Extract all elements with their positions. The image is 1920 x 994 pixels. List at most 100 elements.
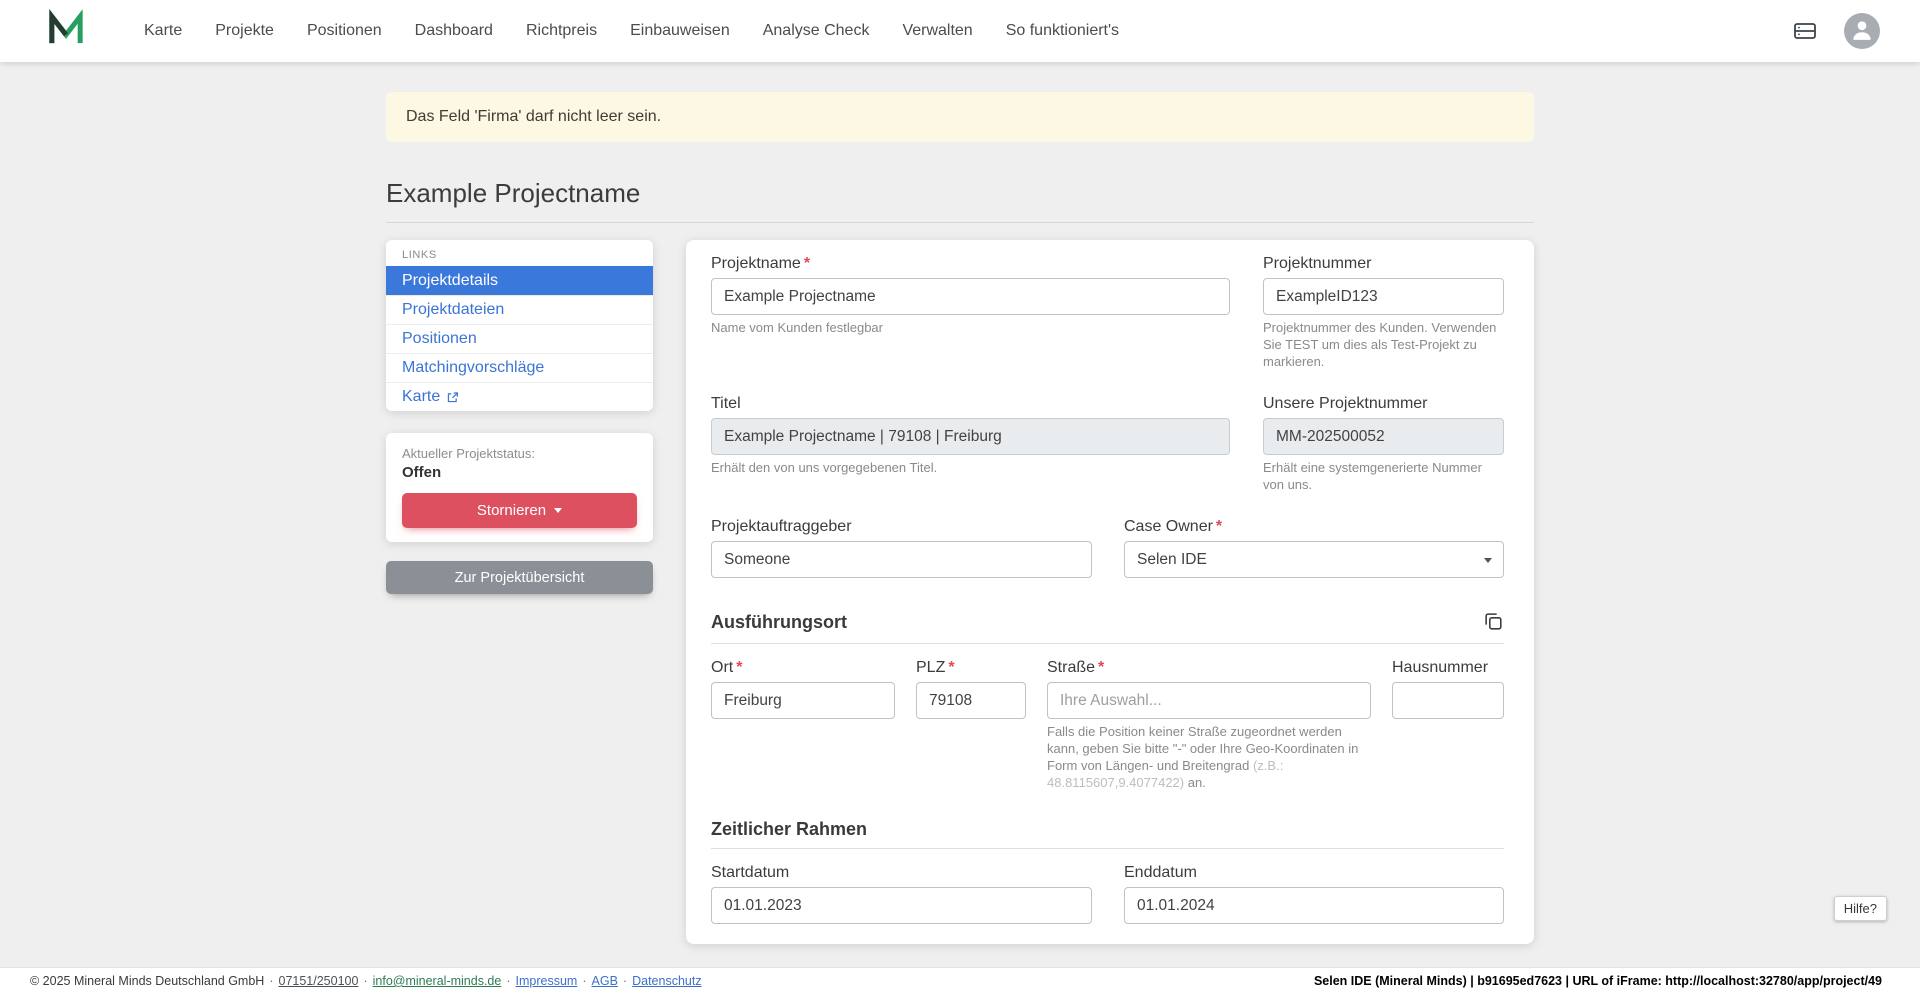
ort-input[interactable] <box>711 682 895 719</box>
strasse-input[interactable] <box>1047 682 1371 719</box>
titel-label: Titel <box>711 394 1230 414</box>
brand-logo[interactable] <box>46 9 86 54</box>
field-strasse: Straße* Falls die Position keiner Straße… <box>1047 658 1371 791</box>
footer-phone-link[interactable]: 07151/250100 <box>279 974 359 988</box>
project-details-form: Projektname* Name vom Kunden festlegbar … <box>686 240 1534 944</box>
nav-item-positionen[interactable]: Positionen <box>307 22 382 40</box>
separator-dot: · <box>506 974 510 988</box>
required-asterisk: * <box>1216 518 1222 535</box>
nav-item-dashboard[interactable]: Dashboard <box>415 22 493 40</box>
strasse-helper-end: an. <box>1184 775 1206 790</box>
footer-email-link[interactable]: info@mineral-minds.de <box>373 974 502 988</box>
section-divider <box>711 848 1504 849</box>
hausnummer-input[interactable] <box>1392 682 1504 719</box>
unsere-projektnummer-helper: Erhält eine systemgenerierte Nummer von … <box>1263 459 1504 493</box>
footer-agb-link[interactable]: AGB <box>592 974 618 988</box>
links-card: LINKS Projektdetails Projektdateien Posi… <box>386 240 653 411</box>
label-text: Case Owner <box>1124 518 1213 535</box>
strasse-label: Straße* <box>1047 658 1371 678</box>
projektnummer-label: Projektnummer <box>1263 254 1504 274</box>
ausfuehrungsort-title: Ausführungsort <box>711 612 847 633</box>
titel-input <box>711 418 1230 455</box>
unsere-projektnummer-input <box>1263 418 1504 455</box>
case-owner-label: Case Owner* <box>1124 517 1504 537</box>
title-divider <box>386 222 1534 223</box>
enddatum-input[interactable] <box>1124 887 1504 924</box>
separator-dot: · <box>269 974 273 988</box>
page-body: Das Feld 'Firma' darf nicht leer sein. E… <box>0 92 1920 944</box>
sidebar-item-positionen[interactable]: Positionen <box>386 324 653 353</box>
required-asterisk: * <box>804 255 810 272</box>
sidebar-item-label: Projektdateien <box>402 301 504 319</box>
field-projektauftraggeber: Projektauftraggeber <box>711 517 1092 578</box>
zeitlicher-rahmen-title: Zeitlicher Rahmen <box>711 819 867 840</box>
projektnummer-input[interactable] <box>1263 278 1504 315</box>
mineral-minds-logo-icon <box>46 9 86 54</box>
case-owner-select[interactable]: Selen IDE <box>1124 541 1504 578</box>
server-icon[interactable] <box>1790 19 1820 43</box>
label-text: Hausnummer <box>1392 659 1488 676</box>
label-text: Unsere Projektnummer <box>1263 395 1428 412</box>
nav-item-einbauweisen[interactable]: Einbauweisen <box>630 22 730 40</box>
copyright-text: © 2025 Mineral Minds Deutschland GmbH <box>30 974 264 988</box>
sidebar-item-karte[interactable]: Karte <box>386 382 653 411</box>
session-info: Selen IDE (Mineral Minds) | b91695ed7623… <box>1314 974 1882 988</box>
strasse-helper-main: Falls die Position keiner Straße zugeord… <box>1047 724 1358 773</box>
cancel-button-label: Stornieren <box>477 502 546 519</box>
projektauftraggeber-input[interactable] <box>711 541 1092 578</box>
main-menu: Karte Projekte Positionen Dashboard Rich… <box>144 22 1119 40</box>
required-asterisk: * <box>948 659 954 676</box>
sidebar-item-label: Positionen <box>402 330 477 348</box>
copy-address-button[interactable] <box>1482 610 1504 635</box>
titel-helper: Erhält den von uns vorgegebenen Titel. <box>711 459 1230 476</box>
sidebar-item-label: Matchingvorschläge <box>402 359 544 377</box>
nav-item-so-funktionierts[interactable]: So funktioniert's <box>1006 22 1119 40</box>
caret-down-icon <box>554 508 562 513</box>
hausnummer-label: Hausnummer <box>1392 658 1504 678</box>
user-avatar[interactable] <box>1844 13 1880 49</box>
nav-item-karte[interactable]: Karte <box>144 22 182 40</box>
separator-dot: · <box>363 974 367 988</box>
label-text: Titel <box>711 395 741 412</box>
projektname-helper: Name vom Kunden festlegbar <box>711 319 1230 336</box>
plz-input[interactable] <box>916 682 1026 719</box>
required-asterisk: * <box>1098 659 1104 676</box>
label-text: Straße <box>1047 659 1095 676</box>
label-text: Projektnummer <box>1263 255 1371 272</box>
nav-item-projekte[interactable]: Projekte <box>215 22 274 40</box>
projektnummer-helper: Projektnummer des Kunden. Verwenden Sie … <box>1263 319 1504 370</box>
sidebar-item-projektdetails[interactable]: Projektdetails <box>386 266 653 295</box>
footer-datenschutz-link[interactable]: Datenschutz <box>632 974 701 988</box>
label-text: Enddatum <box>1124 864 1197 881</box>
required-asterisk: * <box>736 659 742 676</box>
project-overview-button[interactable]: Zur Projektübersicht <box>386 561 653 594</box>
unsere-projektnummer-label: Unsere Projektnummer <box>1263 394 1504 414</box>
nav-item-verwalten[interactable]: Verwalten <box>902 22 972 40</box>
label-text: Startdatum <box>711 864 789 881</box>
sidebar-item-label: Karte <box>402 388 440 406</box>
navbar-right <box>1790 13 1880 49</box>
section-ausfuehrungsort: Ausführungsort <box>711 610 1504 635</box>
sidebar-item-matchingvorschlaege[interactable]: Matchingvorschläge <box>386 353 653 382</box>
case-owner-selected-value: Selen IDE <box>1137 551 1207 569</box>
help-button[interactable]: Hilfe? <box>1834 896 1887 921</box>
field-unsere-projektnummer: Unsere Projektnummer Erhält eine systemg… <box>1263 394 1504 493</box>
field-titel: Titel Erhält den von uns vorgegebenen Ti… <box>711 394 1230 493</box>
status-card: Aktueller Projektstatus: Offen Storniere… <box>386 433 653 542</box>
label-text: Projektauftraggeber <box>711 518 852 535</box>
external-link-icon <box>446 391 459 404</box>
cancel-project-button[interactable]: Stornieren <box>402 493 637 528</box>
nav-item-analyse-check[interactable]: Analyse Check <box>763 22 870 40</box>
field-enddatum: Enddatum <box>1124 863 1504 924</box>
startdatum-input[interactable] <box>711 887 1092 924</box>
footer-impressum-link[interactable]: Impressum <box>516 974 578 988</box>
nav-item-richtpreis[interactable]: Richtpreis <box>526 22 597 40</box>
separator-dot: · <box>582 974 586 988</box>
chevron-down-icon <box>1484 558 1492 563</box>
top-navbar: Karte Projekte Positionen Dashboard Rich… <box>0 0 1920 62</box>
sidebar-item-projektdateien[interactable]: Projektdateien <box>386 295 653 324</box>
projektname-input[interactable] <box>711 278 1230 315</box>
person-icon <box>1849 16 1875 47</box>
status-value: Offen <box>402 464 637 481</box>
label-text: PLZ <box>916 659 945 676</box>
